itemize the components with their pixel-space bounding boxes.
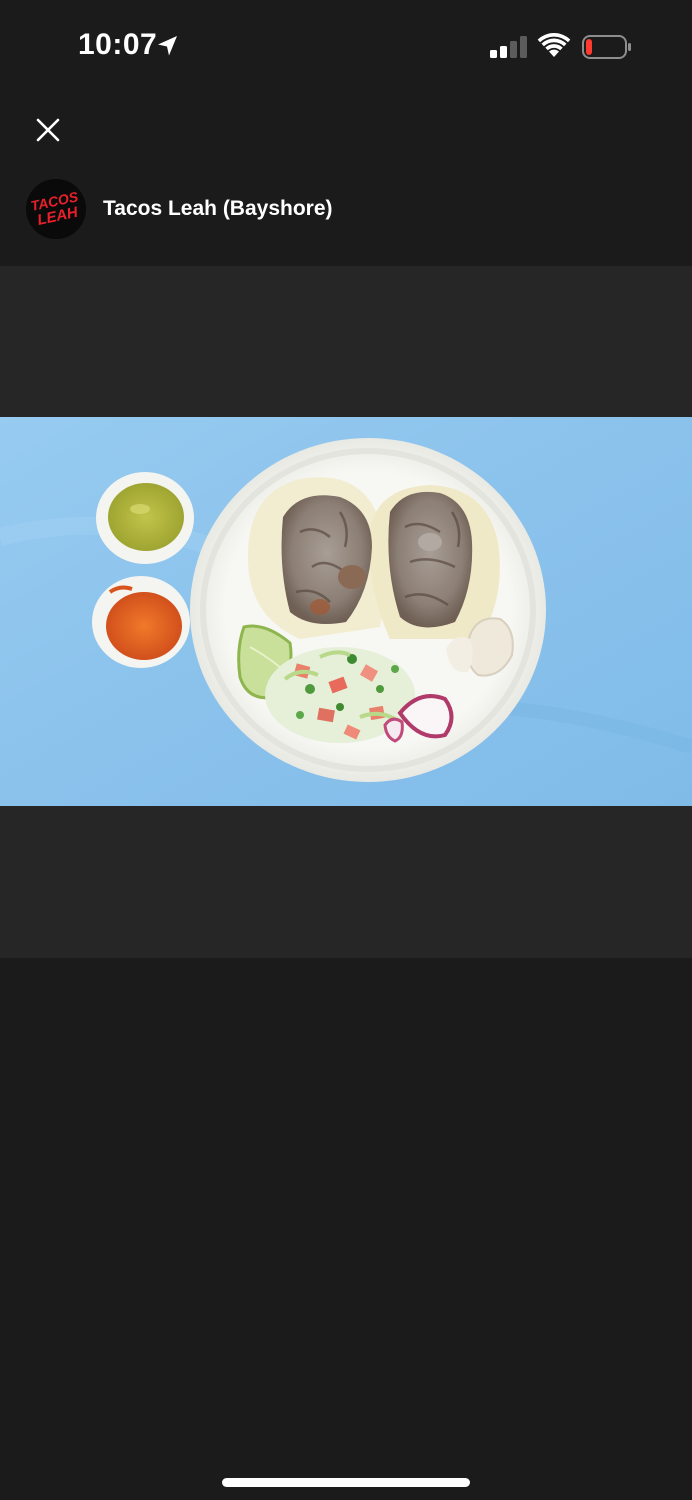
store-name[interactable]: Tacos Leah (Bayshore) (103, 197, 333, 221)
home-indicator[interactable] (222, 1478, 470, 1487)
image-viewer[interactable] (0, 266, 692, 958)
wifi-icon (537, 33, 571, 57)
status-time: 10:07 (78, 28, 158, 61)
store-logo-avatar: TACOS LEAH (26, 179, 86, 239)
close-icon (36, 118, 60, 142)
cellular-signal-icon (490, 36, 527, 58)
food-photo (0, 417, 692, 806)
store-header[interactable]: TACOS LEAH Tacos Leah (Bayshore) (26, 178, 333, 240)
close-button[interactable] (28, 110, 68, 150)
location-arrow-icon (158, 36, 177, 56)
battery-icon (582, 35, 631, 59)
status-bar: 10:07 (0, 0, 692, 92)
tacos-leah-logo: TACOS LEAH (26, 179, 86, 239)
